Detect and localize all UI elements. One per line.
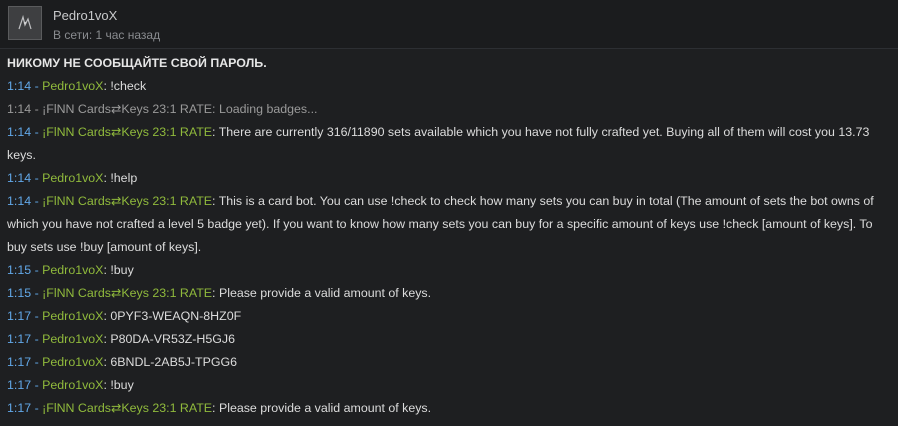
chat-log: НИКОМУ НЕ СООБЩАЙТЕ СВОЙ ПАРОЛЬ. 1:14 - …	[0, 52, 898, 420]
message-separator: -	[31, 355, 43, 369]
message-time: 1:14	[7, 171, 32, 185]
message-separator: -	[31, 401, 43, 415]
avatar-image	[9, 7, 41, 39]
chat-message: 1:17 - Pedro1voX: 0PYF3-WEAQN-8HZ0F	[7, 305, 891, 328]
message-sender[interactable]: ¡FlNN Cards⇄Keys 23:1 RATE	[42, 102, 212, 116]
message-time: 1:17	[7, 332, 32, 346]
message-time: 1:17	[7, 309, 32, 323]
message-separator: -	[31, 378, 43, 392]
message-sender[interactable]: Pedro1voX	[42, 309, 103, 323]
message-sender[interactable]: Pedro1voX	[42, 378, 103, 392]
message-text: Loading badges...	[218, 102, 318, 116]
message-text: P80DA-VR53Z-H5GJ6	[110, 332, 235, 346]
chat-message: 1:14 - ¡FlNN Cards⇄Keys 23:1 RATE: There…	[7, 121, 891, 167]
message-text: 0PYF3-WEAQN-8HZ0F	[110, 309, 242, 323]
message-sender[interactable]: ¡FlNN Cards⇄Keys 23:1 RATE	[42, 125, 212, 139]
message-time: 1:14	[7, 102, 32, 116]
message-sender[interactable]: ¡FlNN Cards⇄Keys 23:1 RATE	[42, 286, 212, 300]
message-separator: -	[31, 194, 43, 208]
chat-message: 1:17 - Pedro1voX: 6BNDL-2AB5J-TPGG6	[7, 351, 891, 374]
message-separator: -	[31, 102, 43, 116]
message-colon: :	[212, 286, 219, 300]
chat-message: 1:17 - Pedro1voX: P80DA-VR53Z-H5GJ6	[7, 328, 891, 351]
chat-message: 1:15 - Pedro1voX: !buy	[7, 259, 891, 282]
message-text: !check	[110, 79, 147, 93]
message-text: Please provide a valid amount of keys.	[218, 401, 432, 415]
message-time: 1:15	[7, 286, 32, 300]
message-text: !buy	[110, 378, 134, 392]
message-separator: -	[31, 332, 43, 346]
message-text: !buy	[110, 263, 134, 277]
chat-message: 1:17 - ¡FlNN Cards⇄Keys 23:1 RATE: Pleas…	[7, 397, 891, 420]
chat-message: 1:14 - Pedro1voX: !check	[7, 75, 891, 98]
friend-status: В сети: 1 час назад	[53, 28, 161, 42]
message-separator: -	[31, 263, 43, 277]
message-text: !help	[110, 171, 138, 185]
message-time: 1:14	[7, 194, 32, 208]
message-text: Please provide a valid amount of keys.	[218, 286, 432, 300]
message-colon: :	[212, 102, 219, 116]
message-colon: :	[212, 125, 219, 139]
chat-header: Pedro1voX В сети: 1 час назад	[0, 0, 898, 49]
message-time: 1:17	[7, 378, 32, 392]
message-time: 1:14	[7, 79, 32, 93]
message-separator: -	[31, 79, 43, 93]
message-sender[interactable]: Pedro1voX	[42, 332, 103, 346]
chat-message: 1:14 - Pedro1voX: !help	[7, 167, 891, 190]
message-separator: -	[31, 125, 43, 139]
message-sender[interactable]: ¡FlNN Cards⇄Keys 23:1 RATE	[42, 194, 212, 208]
chat-message: 1:14 - ¡FlNN Cards⇄Keys 23:1 RATE: Loadi…	[7, 98, 891, 121]
avatar[interactable]	[8, 6, 42, 40]
message-time: 1:14	[7, 125, 32, 139]
message-separator: -	[31, 286, 43, 300]
message-text: 6BNDL-2AB5J-TPGG6	[110, 355, 238, 369]
message-sender[interactable]: Pedro1voX	[42, 263, 103, 277]
message-sender[interactable]: Pedro1voX	[42, 355, 103, 369]
message-separator: -	[31, 309, 43, 323]
password-warning: НИКОМУ НЕ СООБЩАЙТЕ СВОЙ ПАРОЛЬ.	[7, 56, 267, 70]
chat-message: 1:14 - ¡FlNN Cards⇄Keys 23:1 RATE: This …	[7, 190, 891, 259]
message-time: 1:17	[7, 401, 32, 415]
message-colon: :	[212, 401, 219, 415]
friend-name[interactable]: Pedro1voX	[53, 8, 117, 23]
message-time: 1:17	[7, 355, 32, 369]
message-separator: -	[31, 171, 43, 185]
message-colon: :	[212, 194, 219, 208]
message-sender[interactable]: ¡FlNN Cards⇄Keys 23:1 RATE	[42, 401, 212, 415]
message-sender[interactable]: Pedro1voX	[42, 79, 103, 93]
chat-message: 1:15 - ¡FlNN Cards⇄Keys 23:1 RATE: Pleas…	[7, 282, 891, 305]
message-sender[interactable]: Pedro1voX	[42, 171, 103, 185]
chat-message: 1:17 - Pedro1voX: !buy	[7, 374, 891, 397]
message-time: 1:15	[7, 263, 32, 277]
